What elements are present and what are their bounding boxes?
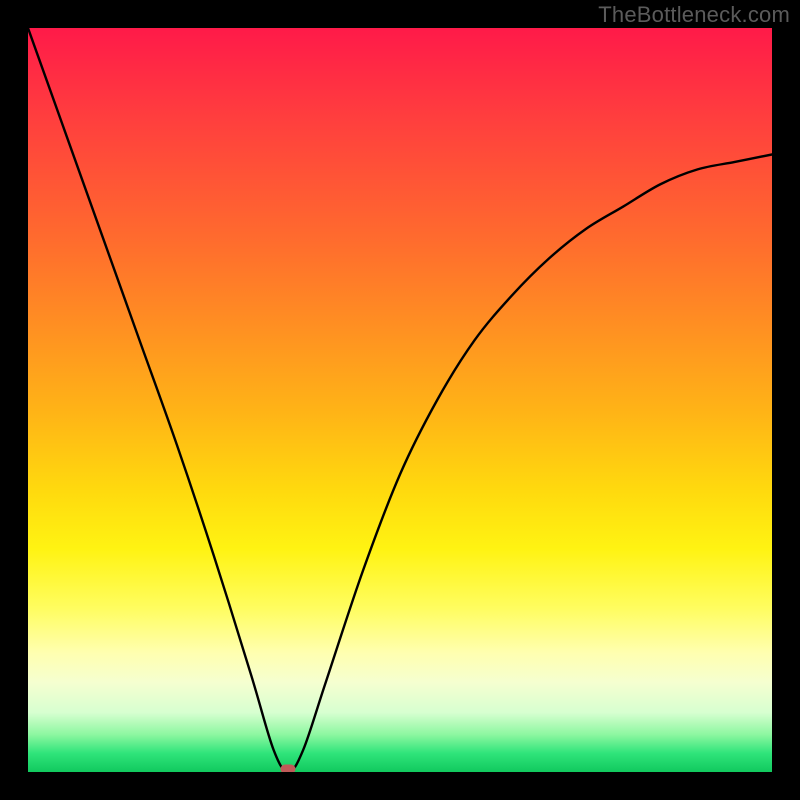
watermark-text: TheBottleneck.com xyxy=(598,2,790,28)
chart-frame: TheBottleneck.com xyxy=(0,0,800,800)
trough-marker xyxy=(281,765,296,773)
bottleneck-curve xyxy=(28,28,772,772)
curve-path xyxy=(28,28,772,772)
plot-area xyxy=(28,28,772,772)
